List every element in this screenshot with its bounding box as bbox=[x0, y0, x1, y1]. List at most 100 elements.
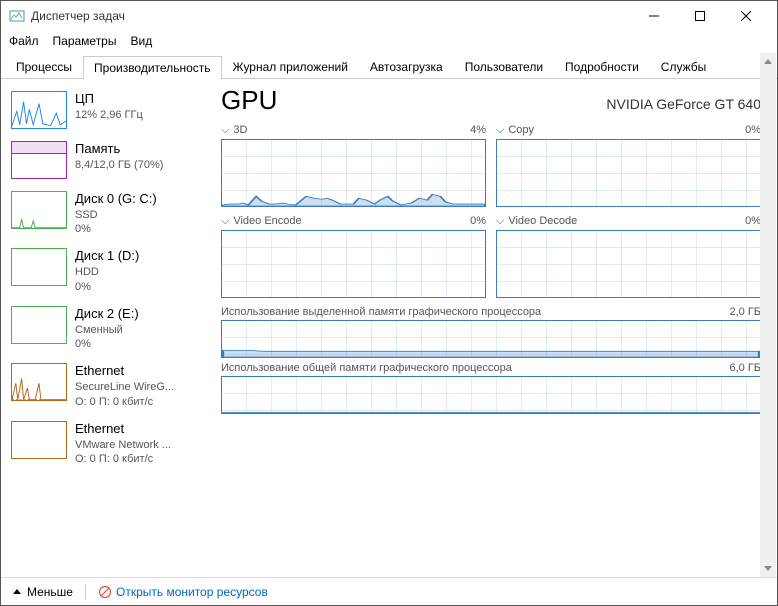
disk2-title: Диск 2 (E:) bbox=[75, 306, 139, 323]
sidebar-item-memory[interactable]: Память 8,4/12,0 ГБ (70%) bbox=[1, 135, 211, 185]
eth1-title: Ethernet bbox=[75, 421, 171, 438]
graph-vdec-plot[interactable] bbox=[496, 230, 761, 298]
disk1-sub2: 0% bbox=[75, 280, 139, 294]
disk0-sub1: SSD bbox=[75, 208, 157, 222]
chevron-down-icon[interactable]: ⌵ bbox=[496, 215, 504, 227]
chevron-down-icon[interactable]: ⌵ bbox=[496, 124, 504, 136]
open-resmon-link[interactable]: Открыть монитор ресурсов bbox=[98, 585, 268, 599]
sidebar-item-disk1[interactable]: Диск 1 (D:) HDD 0% bbox=[1, 242, 211, 299]
shrmem-label-row: Использование общей памяти графического … bbox=[221, 362, 761, 374]
graph-copy-pct: 0% bbox=[745, 124, 761, 137]
memory-sub: 8,4/12,0 ГБ (70%) bbox=[75, 158, 163, 172]
window-title: Диспетчер задач bbox=[31, 9, 631, 23]
eth0-sub2: О: 0 П: 0 кбит/с bbox=[75, 395, 174, 409]
shrmem-max: 6,0 ГБ bbox=[729, 362, 761, 374]
disk2-thumb bbox=[11, 306, 67, 344]
graph-3d-plot[interactable] bbox=[221, 139, 486, 207]
eth0-info: Ethernet SecureLine WireG... О: 0 П: 0 к… bbox=[75, 363, 174, 408]
less-label: Меньше bbox=[27, 585, 73, 599]
tab-performance[interactable]: Производительность bbox=[83, 56, 221, 79]
disk1-info: Диск 1 (D:) HDD 0% bbox=[75, 248, 139, 293]
graph-row-1: ⌵ 3D 4% ⌵Copy0% bbox=[221, 124, 761, 207]
tab-app-history[interactable]: Журнал приложений bbox=[222, 55, 359, 78]
app-icon bbox=[9, 8, 25, 24]
disk0-thumb bbox=[11, 191, 67, 229]
memory-title: Память bbox=[75, 141, 163, 158]
tabs: Процессы Производительность Журнал прило… bbox=[1, 51, 777, 79]
menu-view[interactable]: Вид bbox=[130, 34, 152, 48]
graph-vdec: ⌵ Video Decode 0% bbox=[496, 215, 761, 298]
window: Диспетчер задач Файл Параметры Вид Проце… bbox=[0, 0, 778, 606]
graph-copy: ⌵Copy0% bbox=[496, 124, 761, 207]
footer: Меньше Открыть монитор ресурсов bbox=[1, 577, 777, 605]
resmon-label: Открыть монитор ресурсов bbox=[116, 585, 268, 599]
graph-row-2: ⌵ Video Encode 0% ⌵ Video Decode 0% bbox=[221, 215, 761, 298]
eth0-thumb bbox=[11, 363, 67, 401]
device-name: NVIDIA GeForce GT 640 bbox=[606, 96, 761, 112]
disk1-sub1: HDD bbox=[75, 265, 139, 279]
graph-venc-pct: 0% bbox=[470, 215, 486, 228]
sidebar-item-ethernet1[interactable]: Ethernet VMware Network ... О: 0 П: 0 кб… bbox=[1, 415, 211, 472]
eth0-sub1: SecureLine WireG... bbox=[75, 380, 174, 394]
sidebar-item-cpu[interactable]: ЦП 12% 2,96 ГГц bbox=[1, 85, 211, 135]
chevron-up-icon bbox=[13, 589, 21, 594]
shrmem-label: Использование общей памяти графического … bbox=[221, 362, 512, 374]
graph-venc: ⌵ Video Encode 0% bbox=[221, 215, 486, 298]
sidebar-item-ethernet0[interactable]: Ethernet SecureLine WireG... О: 0 П: 0 к… bbox=[1, 357, 211, 414]
minimize-button[interactable] bbox=[631, 1, 677, 31]
sidebar-item-disk0[interactable]: Диск 0 (G: C:) SSD 0% bbox=[1, 185, 211, 242]
chevron-down-icon[interactable]: ⌵ bbox=[221, 124, 229, 136]
cpu-thumb bbox=[11, 91, 67, 129]
sidebar-item-disk2[interactable]: Диск 2 (E:) Сменный 0% bbox=[1, 300, 211, 357]
eth1-sub1: VMware Network ... bbox=[75, 438, 171, 452]
menu-file[interactable]: Файл bbox=[9, 34, 39, 48]
performance-body: ЦП 12% 2,96 ГГц Память 8,4/12,0 ГБ (70%)… bbox=[1, 79, 777, 577]
cpu-info: ЦП 12% 2,96 ГГц bbox=[75, 91, 143, 122]
eth1-thumb bbox=[11, 421, 67, 459]
window-controls bbox=[631, 1, 769, 31]
dedmem-plot[interactable] bbox=[221, 320, 761, 358]
main-header: GPU NVIDIA GeForce GT 640 bbox=[221, 85, 761, 116]
eth1-info: Ethernet VMware Network ... О: 0 П: 0 кб… bbox=[75, 421, 171, 466]
main-panel: GPU NVIDIA GeForce GT 640 ⌵3D4% ⌵Copy0% … bbox=[211, 79, 777, 577]
disk0-title: Диск 0 (G: C:) bbox=[75, 191, 157, 208]
disk2-sub1: Сменный bbox=[75, 323, 139, 337]
graph-3d-label: 3D bbox=[233, 124, 247, 136]
dedmem-label-row: Использование выделенной памяти графичес… bbox=[221, 306, 761, 318]
graph-3d: ⌵ 3D 4% bbox=[221, 124, 486, 207]
tab-users[interactable]: Пользователи bbox=[454, 55, 554, 78]
sidebar: ЦП 12% 2,96 ГГц Память 8,4/12,0 ГБ (70%)… bbox=[1, 79, 211, 577]
tab-startup[interactable]: Автозагрузка bbox=[359, 55, 454, 78]
vertical-scrollbar[interactable] bbox=[760, 53, 776, 577]
chevron-down-icon[interactable]: ⌵ bbox=[221, 215, 229, 227]
eth1-sub2: О: 0 П: 0 кбит/с bbox=[75, 452, 171, 466]
titlebar: Диспетчер задач bbox=[1, 1, 777, 31]
eth0-title: Ethernet bbox=[75, 363, 174, 380]
resmon-icon bbox=[98, 585, 112, 599]
disk1-thumb bbox=[11, 248, 67, 286]
graph-venc-plot[interactable] bbox=[221, 230, 486, 298]
graph-copy-plot[interactable] bbox=[496, 139, 761, 207]
disk1-title: Диск 1 (D:) bbox=[75, 248, 139, 265]
disk2-info: Диск 2 (E:) Сменный 0% bbox=[75, 306, 139, 351]
menubar: Файл Параметры Вид bbox=[1, 31, 777, 51]
disk0-info: Диск 0 (G: C:) SSD 0% bbox=[75, 191, 157, 236]
tab-processes[interactable]: Процессы bbox=[5, 55, 83, 78]
close-button[interactable] bbox=[723, 1, 769, 31]
cpu-sub: 12% 2,96 ГГц bbox=[75, 108, 143, 122]
disk0-sub2: 0% bbox=[75, 222, 157, 236]
main-title: GPU bbox=[221, 85, 277, 116]
graph-vdec-label: Video Decode bbox=[508, 215, 577, 227]
memory-thumb bbox=[11, 141, 67, 179]
tab-details[interactable]: Подробности bbox=[554, 55, 650, 78]
memory-info: Память 8,4/12,0 ГБ (70%) bbox=[75, 141, 163, 172]
shrmem-plot[interactable] bbox=[221, 376, 761, 414]
maximize-button[interactable] bbox=[677, 1, 723, 31]
graph-3d-pct: 4% bbox=[470, 124, 486, 137]
menu-options[interactable]: Параметры bbox=[53, 34, 117, 48]
tab-services[interactable]: Службы bbox=[650, 55, 717, 78]
footer-divider bbox=[85, 584, 86, 600]
graph-venc-label: Video Encode bbox=[233, 215, 301, 227]
fewer-details-button[interactable]: Меньше bbox=[13, 585, 73, 599]
graph-vdec-pct: 0% bbox=[745, 215, 761, 228]
